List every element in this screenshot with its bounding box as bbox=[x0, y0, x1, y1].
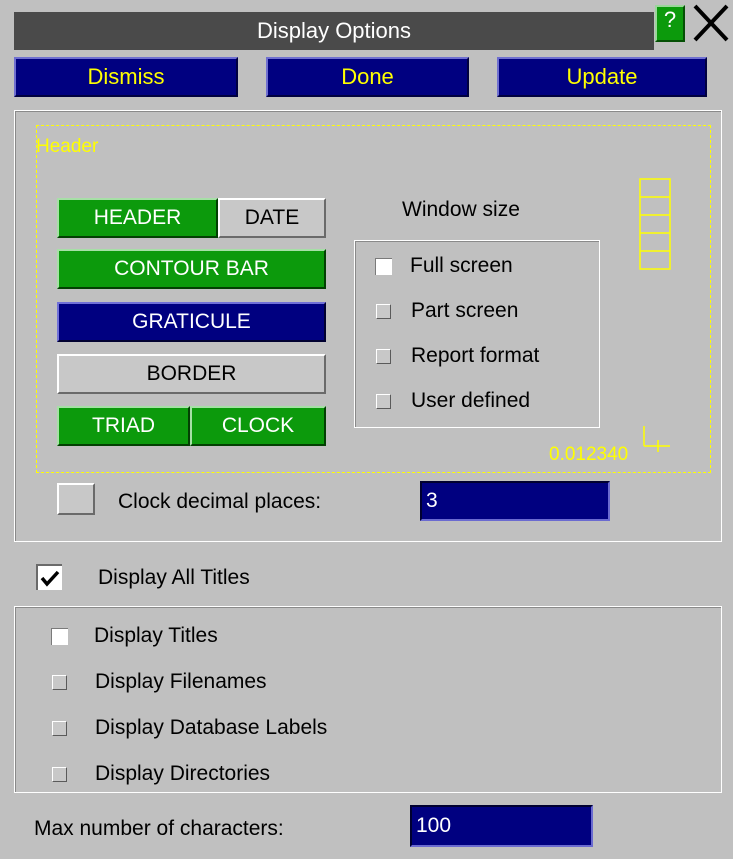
option-label: Report format bbox=[411, 344, 540, 367]
titles-option-display-filenames[interactable]: Display Filenames bbox=[51, 667, 327, 697]
clock-toggle-button[interactable]: CLOCK bbox=[190, 406, 326, 446]
header-toggle-label: HEADER bbox=[93, 206, 182, 229]
titles-option-display-titles[interactable]: Display Titles bbox=[51, 621, 327, 651]
window-title-bar: Display Options bbox=[14, 12, 654, 50]
graticule-label: GRATICULE bbox=[132, 310, 251, 333]
option-label: Full screen bbox=[410, 254, 513, 277]
window-size-group: Full screen Part screen Report format Us… bbox=[354, 240, 600, 428]
graticule-toggle-button[interactable]: GRATICULE bbox=[57, 302, 326, 342]
window-title: Display Options bbox=[256, 18, 412, 43]
option-label: User defined bbox=[411, 389, 531, 412]
dismiss-label: Dismiss bbox=[87, 64, 165, 89]
radio-unselected-icon bbox=[376, 348, 391, 364]
window-size-title: Window size bbox=[402, 198, 520, 221]
option-label: Display Titles bbox=[94, 624, 218, 647]
window-size-option-report-format[interactable]: Report format bbox=[375, 341, 539, 371]
max-chars-label: Max number of characters: bbox=[34, 817, 284, 840]
help-label: ? bbox=[663, 7, 677, 32]
update-button[interactable]: Update bbox=[497, 57, 707, 97]
close-button[interactable] bbox=[689, 2, 733, 44]
option-label: Display Directories bbox=[95, 762, 271, 785]
window-size-option-part-screen[interactable]: Part screen bbox=[375, 296, 539, 326]
radio-unselected-icon bbox=[376, 393, 391, 409]
clock-decimal-value: 3 bbox=[426, 489, 438, 512]
triad-label: TRIAD bbox=[92, 414, 155, 437]
radio-unselected-icon bbox=[52, 720, 67, 736]
clock-decimal-toggle[interactable] bbox=[57, 483, 95, 515]
option-label: Display Database Labels bbox=[95, 716, 328, 739]
triad-icon bbox=[643, 426, 670, 452]
triad-toggle-button[interactable]: TRIAD bbox=[57, 406, 190, 446]
dismiss-button[interactable]: Dismiss bbox=[14, 57, 238, 97]
display-all-titles-checkbox[interactable] bbox=[36, 564, 62, 590]
done-button[interactable]: Done bbox=[266, 57, 469, 97]
window-size-option-full-screen[interactable]: Full screen bbox=[375, 251, 539, 281]
help-button[interactable]: ? bbox=[655, 5, 685, 42]
header-section-label: Header bbox=[36, 136, 99, 157]
window-size-option-user-defined[interactable]: User defined bbox=[375, 386, 539, 416]
done-label: Done bbox=[341, 64, 394, 89]
date-toggle-label: DATE bbox=[244, 206, 300, 229]
clock-label: CLOCK bbox=[221, 414, 295, 437]
border-label: BORDER bbox=[146, 362, 237, 385]
option-label: Display Filenames bbox=[95, 670, 267, 693]
radio-unselected-icon bbox=[52, 674, 67, 690]
titles-options-group: Display Titles Display Filenames Display… bbox=[14, 606, 722, 793]
clock-decimal-label: Clock decimal places: bbox=[118, 490, 322, 513]
header-toggle-button[interactable]: HEADER bbox=[57, 198, 218, 238]
close-icon bbox=[693, 4, 729, 42]
checkmark-icon bbox=[40, 570, 60, 587]
titles-option-display-database-labels[interactable]: Display Database Labels bbox=[51, 713, 327, 743]
max-chars-value: 100 bbox=[416, 814, 452, 837]
option-label: Part screen bbox=[411, 299, 519, 322]
contour-bar-icon bbox=[639, 178, 671, 270]
clock-preview-number: 0.012340 bbox=[549, 444, 629, 465]
titles-option-display-directories[interactable]: Display Directories bbox=[51, 759, 327, 789]
border-toggle-button[interactable]: BORDER bbox=[57, 354, 326, 394]
contour-bar-toggle-button[interactable]: CONTOUR BAR bbox=[57, 249, 326, 289]
date-toggle-button[interactable]: DATE bbox=[218, 198, 326, 238]
contour-bar-label: CONTOUR BAR bbox=[114, 257, 269, 280]
display-all-titles-label: Display All Titles bbox=[98, 566, 250, 589]
radio-unselected-icon bbox=[52, 766, 67, 782]
radio-selected-icon bbox=[51, 627, 68, 645]
radio-selected-icon bbox=[375, 257, 392, 275]
clock-decimal-input[interactable]: 3 bbox=[420, 481, 610, 521]
update-label: Update bbox=[566, 64, 638, 89]
max-chars-input[interactable]: 100 bbox=[410, 805, 593, 847]
radio-unselected-icon bbox=[376, 303, 391, 319]
